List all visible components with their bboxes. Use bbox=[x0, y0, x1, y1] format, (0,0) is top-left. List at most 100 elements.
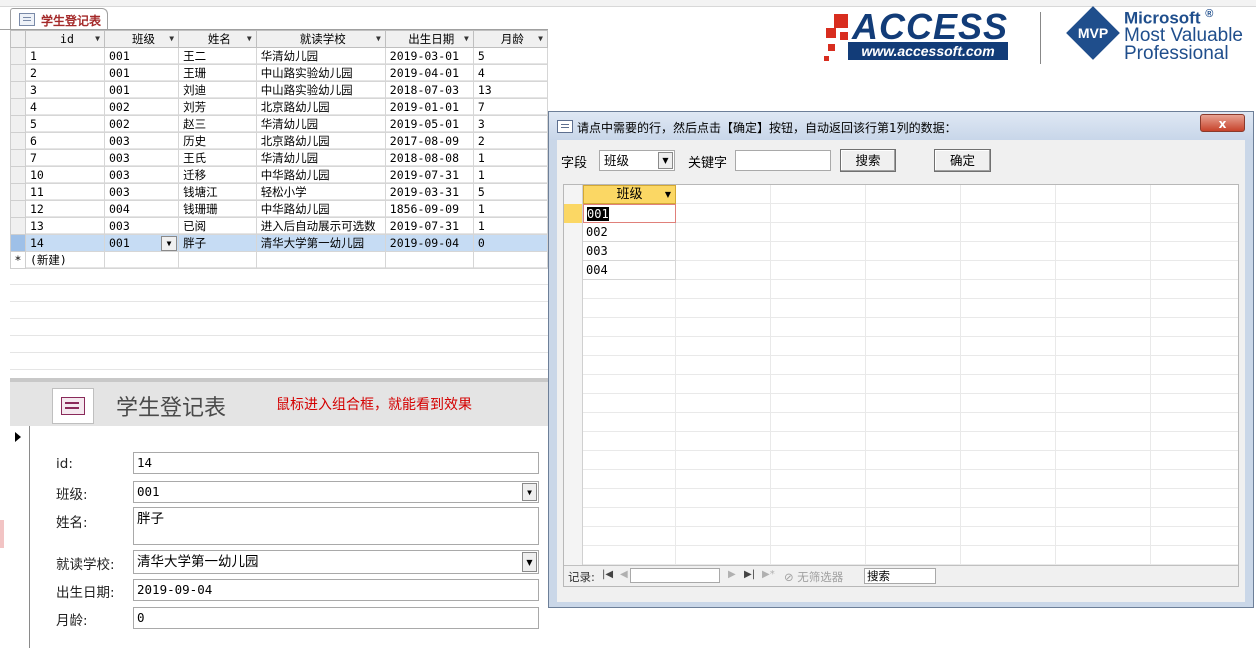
dropdown-arrow-icon[interactable]: ▼ bbox=[376, 32, 381, 47]
cell-class-combo[interactable]: 001 ▼ bbox=[103, 234, 180, 252]
class-combobox[interactable]: 001 ▼ bbox=[133, 481, 539, 503]
keyword-input[interactable] bbox=[735, 150, 831, 171]
dropdown-arrow-icon[interactable]: ▼ bbox=[665, 186, 671, 204]
dropdown-arrow-icon[interactable]: ▼ bbox=[95, 32, 100, 47]
cell-id[interactable]: 2 bbox=[24, 64, 105, 82]
cell-school[interactable]: 清华大学第一幼儿园 bbox=[255, 234, 386, 252]
cell-class[interactable]: 003 bbox=[103, 132, 180, 150]
cell-age[interactable]: 2 bbox=[472, 132, 548, 150]
filter-status[interactable]: ⊘ 无筛选器 bbox=[784, 569, 843, 585]
cell-name[interactable]: 钱塘江 bbox=[178, 183, 257, 201]
record-selector[interactable] bbox=[10, 132, 26, 150]
list-item[interactable]: 002 bbox=[583, 223, 676, 242]
table-row[interactable]: 5 002 赵三 华清幼儿园 2019-05-01 3 bbox=[10, 115, 548, 133]
table-row[interactable]: 1 001 王二 华清幼儿园 2019-03-01 5 bbox=[10, 47, 548, 65]
record-selector[interactable] bbox=[564, 242, 582, 261]
lookup-subform[interactable]: 班级 ▼ 001 002 003 004 记录: |◀ ◀ ▶ ▶| ▶* ⊘ … bbox=[563, 184, 1239, 587]
table-row[interactable]: 7 003 王氏 华清幼儿园 2018-08-08 1 bbox=[10, 149, 548, 167]
cell-age[interactable]: 0 bbox=[472, 234, 548, 252]
cell-id[interactable]: 4 bbox=[24, 98, 105, 116]
cell-school[interactable]: 北京路幼儿园 bbox=[255, 98, 386, 116]
cell-birthdate[interactable]: 1856-09-09 bbox=[384, 200, 474, 218]
cell-school[interactable]: 轻松小学 bbox=[255, 183, 386, 201]
cell-empty[interactable] bbox=[103, 251, 180, 269]
name-field[interactable]: 胖子 bbox=[133, 507, 539, 545]
cell-age[interactable]: 1 bbox=[472, 166, 548, 184]
subform-column-header[interactable]: 班级 ▼ bbox=[583, 185, 676, 204]
ok-button[interactable]: 确定 bbox=[934, 149, 991, 172]
cell-birthdate[interactable]: 2019-04-01 bbox=[384, 64, 474, 82]
dropdown-arrow-icon[interactable]: ▼ bbox=[247, 32, 252, 47]
cell-class[interactable]: 003 bbox=[103, 183, 180, 201]
cell-class[interactable]: 002 bbox=[103, 98, 180, 116]
cell-empty[interactable] bbox=[255, 251, 386, 269]
cell-class[interactable]: 004 bbox=[103, 200, 180, 218]
cell-name[interactable]: 已阅 bbox=[178, 217, 257, 235]
cell-class[interactable]: 002 bbox=[103, 115, 180, 133]
dropdown-arrow-icon[interactable]: ▼ bbox=[161, 236, 178, 251]
list-item[interactable]: 004 bbox=[583, 261, 676, 280]
cell-id[interactable]: 1 bbox=[24, 47, 105, 65]
cell-age[interactable]: 5 bbox=[472, 47, 548, 65]
dropdown-arrow-icon[interactable]: ▼ bbox=[522, 483, 537, 501]
cell-school[interactable]: 中华路幼儿园 bbox=[255, 166, 386, 184]
cell-school[interactable]: 华清幼儿园 bbox=[255, 47, 386, 65]
form-record-selector[interactable] bbox=[10, 426, 30, 648]
dropdown-arrow-icon[interactable]: ▼ bbox=[658, 152, 673, 169]
cell-id[interactable]: 11 bbox=[24, 183, 105, 201]
cell-birthdate[interactable]: 2019-03-01 bbox=[384, 47, 474, 65]
table-row[interactable]: 6 003 历史 北京路幼儿园 2017-08-09 2 bbox=[10, 132, 548, 150]
cell-empty[interactable] bbox=[472, 251, 548, 269]
cell-age[interactable]: 1 bbox=[472, 217, 548, 235]
document-tab[interactable]: 学生登记表 bbox=[10, 8, 108, 30]
cell-birthdate[interactable]: 2019-01-01 bbox=[384, 98, 474, 116]
cell-class[interactable]: 003 bbox=[103, 166, 180, 184]
cell-name[interactable]: 刘芳 bbox=[178, 98, 257, 116]
cell-age[interactable]: 5 bbox=[472, 183, 548, 201]
cell-name[interactable]: 胖子 bbox=[178, 234, 257, 252]
cell-id[interactable]: 3 bbox=[24, 81, 105, 99]
id-field[interactable]: 14 bbox=[133, 452, 539, 474]
record-selector[interactable] bbox=[10, 234, 26, 252]
cell-empty[interactable] bbox=[384, 251, 474, 269]
nav-new-icon[interactable]: ▶* bbox=[762, 569, 775, 580]
dialog-titlebar[interactable]: 请点中需要的行，然后点击【确定】按钮，自动返回该行第1列的数据： x bbox=[549, 112, 1253, 140]
cell-school[interactable]: 华清幼儿园 bbox=[255, 115, 386, 133]
cell-name[interactable]: 钱珊珊 bbox=[178, 200, 257, 218]
cell-name[interactable]: 历史 bbox=[178, 132, 257, 150]
dropdown-arrow-icon[interactable]: ▼ bbox=[464, 32, 469, 47]
record-selector[interactable] bbox=[10, 47, 26, 65]
cell-name[interactable]: 刘迪 bbox=[178, 81, 257, 99]
new-record-label[interactable]: (新建) bbox=[24, 251, 105, 269]
table-row[interactable]: 10 003 迁移 中华路幼儿园 2019-07-31 1 bbox=[10, 166, 548, 184]
record-selector[interactable] bbox=[564, 223, 582, 242]
column-header-id[interactable]: id ▼ bbox=[24, 30, 105, 48]
table-row[interactable]: 2 001 王珊 中山路实验幼儿园 2019-04-01 4 bbox=[10, 64, 548, 82]
select-all-corner[interactable] bbox=[10, 30, 26, 48]
cell-id[interactable]: 7 bbox=[24, 149, 105, 167]
cell-name[interactable]: 赵三 bbox=[178, 115, 257, 133]
record-selector[interactable] bbox=[10, 183, 26, 201]
cell-class[interactable]: 001 bbox=[103, 47, 180, 65]
cell-age[interactable]: 3 bbox=[472, 115, 548, 133]
cell-id[interactable]: 14 bbox=[24, 234, 105, 252]
birthdate-field[interactable]: 2019-09-04 bbox=[133, 579, 539, 601]
cell-class[interactable]: 003 bbox=[103, 217, 180, 235]
cell-id[interactable]: 10 bbox=[24, 166, 105, 184]
cell-class[interactable]: 003 bbox=[103, 149, 180, 167]
dropdown-arrow-icon[interactable]: ▼ bbox=[538, 32, 543, 47]
table-row[interactable]: 12 004 钱珊珊 中华路幼儿园 1856-09-09 1 bbox=[10, 200, 548, 218]
age-field[interactable]: 0 bbox=[133, 607, 539, 629]
cell-age[interactable]: 13 bbox=[472, 81, 548, 99]
column-header-birthdate[interactable]: 出生日期 ▼ bbox=[384, 30, 474, 48]
cell-birthdate[interactable]: 2018-07-03 bbox=[384, 81, 474, 99]
table-row[interactable]: 4 002 刘芳 北京路幼儿园 2019-01-01 7 bbox=[10, 98, 548, 116]
cell-empty[interactable] bbox=[178, 251, 257, 269]
cell-age[interactable]: 1 bbox=[472, 149, 548, 167]
cell-birthdate[interactable]: 2017-08-09 bbox=[384, 132, 474, 150]
cell-school[interactable]: 北京路幼儿园 bbox=[255, 132, 386, 150]
close-button[interactable]: x bbox=[1200, 114, 1245, 132]
cell-birthdate[interactable]: 2019-07-31 bbox=[384, 166, 474, 184]
dropdown-arrow-icon[interactable]: ▼ bbox=[522, 552, 537, 572]
column-header-class[interactable]: 班级 ▼ bbox=[103, 30, 180, 48]
